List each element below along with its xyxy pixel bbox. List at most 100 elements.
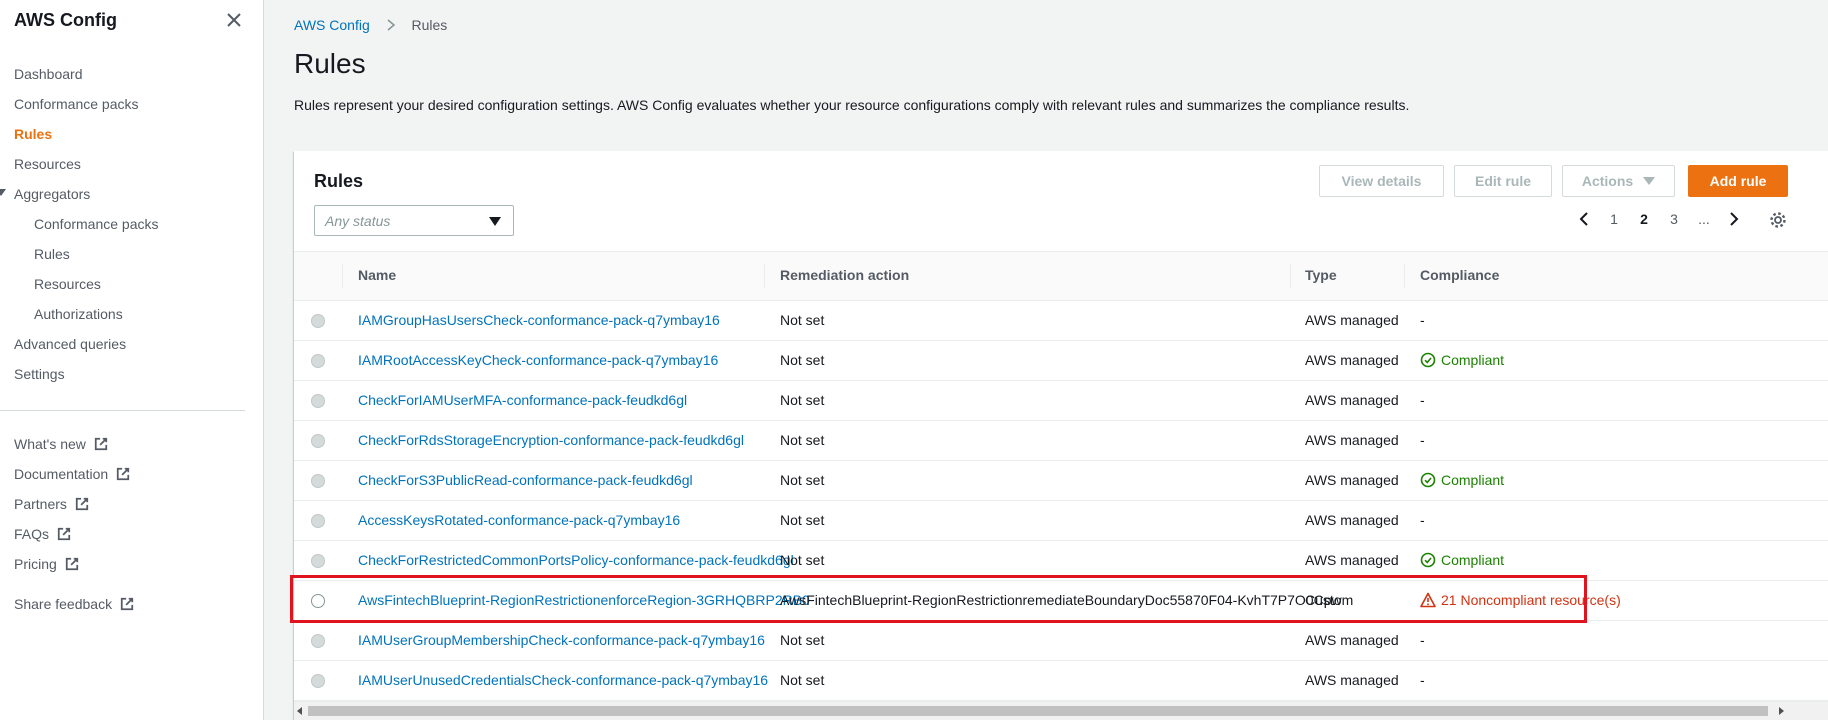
- compliance-cell: -: [1420, 312, 1425, 328]
- table-row[interactable]: AccessKeysRotated-conformance-pack-q7ymb…: [294, 501, 1828, 541]
- rules-panel: Rules View details Edit rule Actions Add…: [294, 151, 1828, 720]
- sidebar-item-conformance-packs[interactable]: Conformance packs: [14, 96, 139, 112]
- scroll-right-arrow-icon[interactable]: [1779, 707, 1784, 715]
- type-cell: AWS managed: [1305, 512, 1399, 528]
- sidebar-link-documentation[interactable]: Documentation: [14, 466, 130, 482]
- actions-dropdown[interactable]: Actions: [1562, 165, 1675, 197]
- rule-name-link[interactable]: AccessKeysRotated-conformance-pack-q7ymb…: [358, 512, 680, 528]
- sidebar-item-rules[interactable]: Rules: [14, 126, 52, 142]
- remediation-cell: Not set: [780, 392, 825, 408]
- rule-name-link[interactable]: IAMUserUnusedCredentialsCheck-conformanc…: [358, 672, 768, 688]
- row-select-radio[interactable]: [311, 394, 325, 408]
- compliance-text: Compliant: [1441, 352, 1505, 368]
- table-settings-button[interactable]: [1768, 211, 1788, 231]
- sidebar-title: AWS Config: [14, 10, 117, 30]
- row-select-radio[interactable]: [311, 434, 325, 448]
- row-select-radio[interactable]: [311, 674, 325, 688]
- close-icon[interactable]: [222, 8, 246, 32]
- sidebar-divider: [0, 410, 245, 411]
- compliance-cell: -: [1420, 512, 1425, 528]
- compliance-cell: Compliant: [1420, 352, 1504, 368]
- rule-name-link[interactable]: IAMUserGroupMembershipCheck-conformance-…: [358, 632, 765, 648]
- type-cell: AWS managed: [1305, 632, 1399, 648]
- status-filter-select[interactable]: Any status: [314, 205, 514, 236]
- type-cell: AWS managed: [1305, 552, 1399, 568]
- remediation-cell: Not set: [780, 512, 825, 528]
- sidebar-item-agg-authorizations[interactable]: Authorizations: [34, 306, 123, 322]
- edit-rule-button[interactable]: Edit rule: [1454, 165, 1552, 197]
- compliance-text: -: [1420, 512, 1425, 528]
- sidebar-item-agg-rules[interactable]: Rules: [34, 246, 70, 262]
- column-header-remediation[interactable]: Remediation action: [780, 267, 909, 283]
- rule-name-link[interactable]: IAMRootAccessKeyCheck-conformance-pack-q…: [358, 352, 718, 368]
- external-link-icon: [117, 467, 130, 481]
- sidebar-item-advanced-queries[interactable]: Advanced queries: [14, 336, 126, 352]
- remediation-cell: Not set: [780, 552, 825, 568]
- table-row[interactable]: IAMGroupHasUsersCheck-conformance-pack-q…: [294, 301, 1828, 341]
- chevron-right-icon: [1730, 212, 1739, 226]
- row-select-radio[interactable]: [311, 514, 325, 528]
- compliance-text: Compliant: [1441, 472, 1505, 488]
- row-select-radio[interactable]: [311, 634, 325, 648]
- scrollbar-thumb[interactable]: [308, 706, 1768, 716]
- breadcrumb-root[interactable]: AWS Config: [294, 17, 370, 33]
- scroll-left-arrow-icon[interactable]: [297, 707, 302, 715]
- column-header-name[interactable]: Name: [358, 267, 396, 283]
- compliance-cell: Compliant: [1420, 472, 1504, 488]
- compliance-text: -: [1420, 632, 1425, 648]
- sidebar-item-agg-conformance-packs[interactable]: Conformance packs: [34, 216, 159, 232]
- sidebar-link-faqs[interactable]: FAQs: [14, 526, 71, 542]
- check-circle-icon: [1420, 552, 1436, 568]
- table-row[interactable]: IAMUserGroupMembershipCheck-conformance-…: [294, 621, 1828, 661]
- rule-name-link[interactable]: CheckForRestrictedCommonPortsPolicy-conf…: [358, 552, 794, 568]
- table-row[interactable]: IAMUserUnusedCredentialsCheck-conformanc…: [294, 661, 1828, 701]
- column-header-compliance[interactable]: Compliance: [1420, 267, 1499, 283]
- add-rule-button[interactable]: Add rule: [1688, 165, 1788, 197]
- rule-name-link[interactable]: IAMGroupHasUsersCheck-conformance-pack-q…: [358, 312, 720, 328]
- sidebar-item-settings[interactable]: Settings: [14, 366, 65, 382]
- page-2-button[interactable]: 2: [1634, 211, 1654, 231]
- compliance-text: Compliant: [1441, 552, 1505, 568]
- row-select-radio[interactable]: [311, 354, 325, 368]
- remediation-cell: Not set: [780, 432, 825, 448]
- sidebar-item-dashboard[interactable]: Dashboard: [14, 66, 83, 82]
- view-details-button[interactable]: View details: [1319, 165, 1444, 197]
- sidebar-item-resources[interactable]: Resources: [14, 156, 81, 172]
- row-select-radio[interactable]: [311, 314, 325, 328]
- next-page-button[interactable]: [1724, 211, 1744, 231]
- horizontal-scrollbar[interactable]: [294, 701, 1828, 720]
- remediation-cell: Not set: [780, 312, 825, 328]
- sidebar-link-share-feedback[interactable]: Share feedback: [14, 596, 134, 612]
- page-1-button[interactable]: 1: [1604, 211, 1624, 231]
- table-row[interactable]: CheckForS3PublicRead-conformance-pack-fe…: [294, 461, 1828, 501]
- type-cell: AWS managed: [1305, 672, 1399, 688]
- sidebar-item-aggregators[interactable]: Aggregators: [14, 186, 90, 202]
- sidebar-link-whats-new[interactable]: What's new: [14, 436, 108, 452]
- type-cell: AWS managed: [1305, 392, 1399, 408]
- remediation-cell: Not set: [780, 352, 825, 368]
- compliance-cell: 21 Noncompliant resource(s): [1420, 592, 1621, 608]
- page-description: Rules represent your desired configurati…: [294, 97, 1410, 113]
- previous-page-button[interactable]: [1574, 211, 1594, 231]
- row-select-radio[interactable]: [311, 474, 325, 488]
- rule-name-link[interactable]: CheckForS3PublicRead-conformance-pack-fe…: [358, 472, 693, 488]
- table-row[interactable]: CheckForIAMUserMFA-conformance-pack-feud…: [294, 381, 1828, 421]
- compliance-text[interactable]: 21 Noncompliant resource(s): [1441, 592, 1621, 608]
- table-row[interactable]: IAMRootAccessKeyCheck-conformance-pack-q…: [294, 341, 1828, 381]
- chevron-right-icon: [387, 19, 395, 31]
- table-row[interactable]: AwsFintechBlueprint-RegionRestrictionenf…: [294, 581, 1828, 621]
- column-header-type[interactable]: Type: [1305, 267, 1337, 283]
- row-select-radio[interactable]: [311, 594, 325, 608]
- caret-down-icon[interactable]: [0, 189, 6, 196]
- rule-name-link[interactable]: AwsFintechBlueprint-RegionRestrictionenf…: [358, 592, 810, 608]
- row-select-radio[interactable]: [311, 554, 325, 568]
- type-cell: Custom: [1305, 592, 1354, 608]
- table-row[interactable]: CheckForRdsStorageEncryption-conformance…: [294, 421, 1828, 461]
- rule-name-link[interactable]: CheckForRdsStorageEncryption-conformance…: [358, 432, 744, 448]
- page-3-button[interactable]: 3: [1664, 211, 1684, 231]
- sidebar-link-partners[interactable]: Partners: [14, 496, 89, 512]
- table-row[interactable]: CheckForRestrictedCommonPortsPolicy-conf…: [294, 541, 1828, 581]
- rule-name-link[interactable]: CheckForIAMUserMFA-conformance-pack-feud…: [358, 392, 687, 408]
- sidebar-item-agg-resources[interactable]: Resources: [34, 276, 101, 292]
- sidebar-link-pricing[interactable]: Pricing: [14, 556, 79, 572]
